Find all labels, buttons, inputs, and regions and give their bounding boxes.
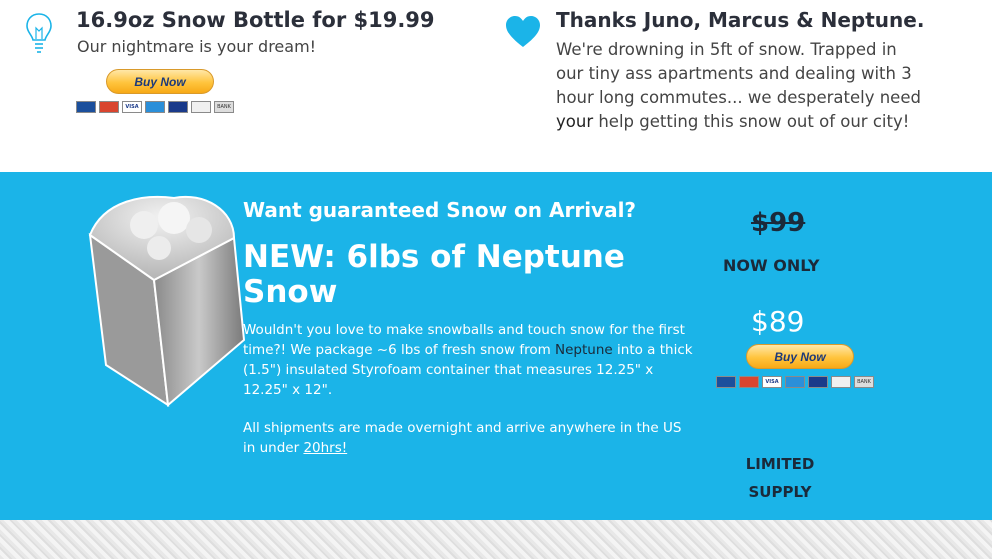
thanks-body: We're drowning in 5ft of snow. Trapped i… <box>556 40 921 131</box>
payment-cards-box: VISA BANK <box>716 376 874 388</box>
offer-title: NEW: 6lbs of Neptune Snow <box>243 239 625 310</box>
old-price: $99 <box>751 208 806 238</box>
mastercard-icon <box>739 376 759 388</box>
mastercard-icon <box>99 101 119 113</box>
now-only-label: NOW ONLY <box>723 256 820 275</box>
offer-headline: Want guaranteed Snow on Arrival? <box>243 198 637 222</box>
payment-cards-bottle: VISA BANK <box>76 101 234 113</box>
heart-icon <box>506 16 540 47</box>
neptune-link[interactable]: Neptune <box>555 342 613 358</box>
maestro-card-icon <box>716 376 736 388</box>
buy-now-button-bottle[interactable]: Buy Now <box>106 69 214 94</box>
buy-now-button-box[interactable]: Buy Now <box>746 344 854 369</box>
product-subtitle: Our nightmare is your dream! <box>77 37 317 56</box>
bank-icon: BANK <box>214 101 234 113</box>
visa-card-icon: VISA <box>122 101 142 113</box>
shipping-description: All shipments are made overnight and arr… <box>243 420 682 456</box>
discover-card-icon <box>191 101 211 113</box>
visa-electron-icon <box>808 376 828 388</box>
visa-electron-icon <box>168 101 188 113</box>
sale-price: $89 <box>751 305 805 338</box>
snow-texture-footer <box>0 520 992 559</box>
amex-card-icon <box>785 376 805 388</box>
lightbulb-icon <box>26 13 52 53</box>
product-title: 16.9oz Snow Bottle for $19.99 <box>76 8 435 32</box>
limited-supply-label: LIMITED SUPPLY <box>745 455 815 501</box>
maestro-card-icon <box>76 101 96 113</box>
bank-icon: BANK <box>854 376 874 388</box>
discover-card-icon <box>831 376 851 388</box>
visa-card-icon: VISA <box>762 376 782 388</box>
shipping-link[interactable]: 20hrs! <box>303 440 347 456</box>
thanks-title: Thanks Juno, Marcus & Neptune. <box>556 8 925 32</box>
offer-description: Wouldn't you love to make snowballs and … <box>243 322 693 398</box>
amex-card-icon <box>145 101 165 113</box>
